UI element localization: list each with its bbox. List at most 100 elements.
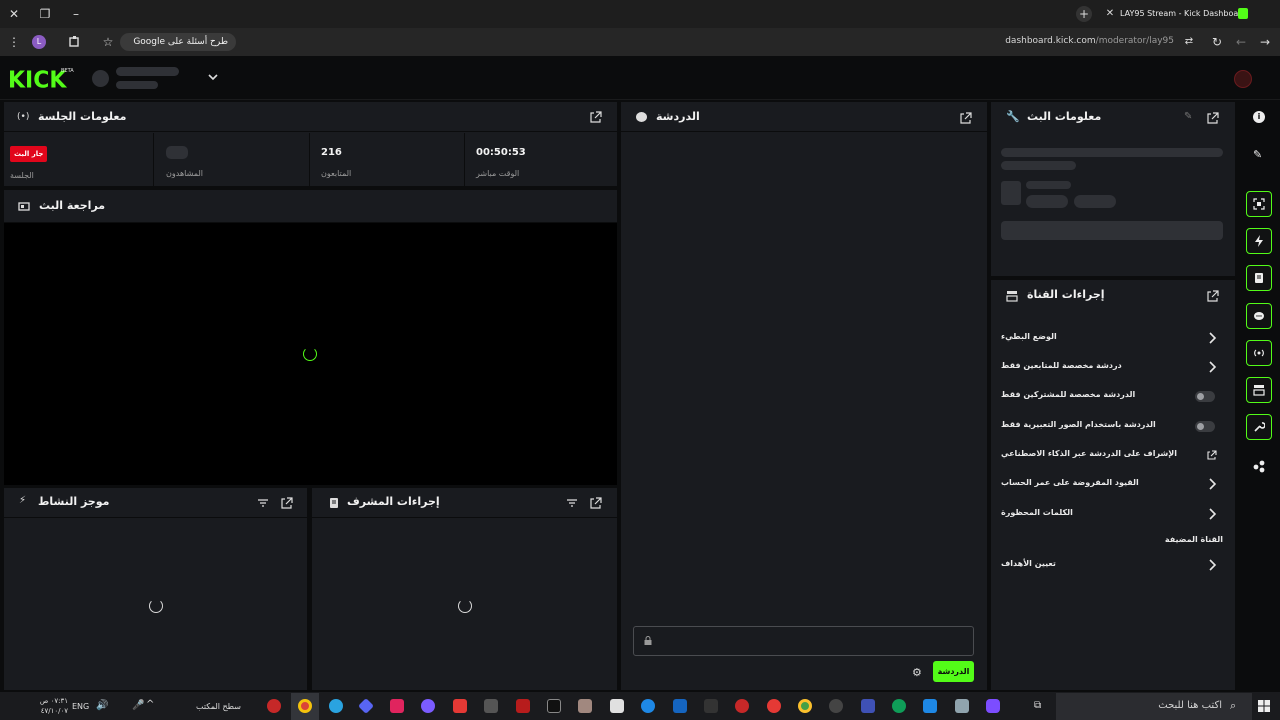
popout-icon[interactable]	[590, 111, 602, 123]
search-icon: ⌕	[1230, 699, 1237, 712]
action-set-goals[interactable]: تعيين الأهداف	[1001, 556, 1223, 576]
desktop-toolbar-label[interactable]: سطح المكتب	[196, 702, 241, 711]
popout-icon[interactable]	[960, 112, 972, 124]
chevron-right-icon	[1205, 507, 1219, 521]
app-icon-opera[interactable]	[767, 699, 781, 713]
viewers-skeleton	[166, 146, 188, 159]
edit-pencil-icon[interactable]: ✎	[1184, 111, 1192, 122]
subscribers-only-toggle[interactable]	[1195, 391, 1215, 402]
language-indicator[interactable]: ENG	[72, 702, 89, 711]
back-icon[interactable]: ←	[1233, 34, 1249, 50]
app-icon-chrome-2[interactable]	[798, 699, 812, 713]
rail-channel-actions-button[interactable]	[1246, 377, 1272, 403]
tab-close-icon[interactable]: ✕	[1102, 6, 1118, 22]
profile-avatar[interactable]: L	[32, 35, 46, 49]
chat-input[interactable]	[633, 626, 974, 656]
browser-tab[interactable]: ✕ LAY95 Stream - Kick Dashboard	[1100, 4, 1260, 24]
reload-icon[interactable]: ↻	[1209, 34, 1225, 50]
app-icon-capcut[interactable]	[484, 699, 498, 713]
app-icon-roblox[interactable]	[610, 699, 624, 713]
app-icon-minecraft[interactable]	[578, 699, 592, 713]
app-icon-valorant[interactable]	[735, 699, 749, 713]
app-icon-pocket[interactable]	[390, 699, 404, 713]
app-icon-discord[interactable]	[421, 699, 435, 713]
channel-avatar[interactable]	[92, 70, 109, 87]
app-icon-shield[interactable]	[673, 699, 687, 713]
bookmark-star-icon[interactable]: ☆	[100, 34, 116, 50]
popout-icon[interactable]	[1207, 112, 1219, 124]
app-icon-tiktok[interactable]	[547, 699, 561, 713]
app-icon-netflix[interactable]	[516, 699, 530, 713]
category-thumb-skeleton	[1001, 181, 1021, 205]
user-avatar[interactable]	[1234, 70, 1252, 88]
live-signal-icon: (•)	[17, 112, 30, 122]
action-followers-only[interactable]: دردشة مخصصة للمتابعين فقط	[1001, 358, 1223, 378]
filter-icon[interactable]	[566, 497, 578, 509]
rail-mod-actions-button[interactable]	[1246, 265, 1272, 291]
tray-chevron-up-icon[interactable]: ^	[146, 699, 154, 710]
popout-icon[interactable]	[590, 497, 602, 509]
rail-session-info-button[interactable]	[1246, 340, 1272, 366]
stream-preview-video[interactable]	[4, 223, 617, 485]
edit-pencil-icon[interactable]: ✎	[1253, 148, 1262, 161]
stream-info-title: معلومات البث	[1027, 110, 1102, 123]
action-skeleton	[1001, 221, 1223, 240]
window-minimize-icon[interactable]: –	[68, 6, 84, 22]
tag-skeleton	[1074, 195, 1116, 208]
wrench-icon	[1254, 422, 1265, 432]
info-icon[interactable]: i	[1253, 111, 1265, 123]
forward-icon[interactable]: →	[1257, 34, 1273, 50]
app-icon-epic[interactable]	[704, 699, 718, 713]
lock-icon	[644, 636, 652, 645]
new-tab-icon[interactable]: +	[1076, 6, 1092, 22]
apps-icon[interactable]	[1252, 459, 1266, 473]
kick-logo[interactable]: KICK	[8, 67, 66, 93]
stream-info-panel: معلومات البث 🔧 ✎	[991, 102, 1235, 276]
chat-header: الدردشة	[621, 102, 987, 132]
action-label: تعيين الأهداف	[1001, 559, 1056, 568]
chat-settings-gear-icon[interactable]: ⚙	[912, 666, 922, 679]
action-ai-moderation[interactable]: الإشراف على الدردشة عبر الذكاء الاصطناعي	[1001, 446, 1223, 466]
microphone-icon[interactable]: 🎤	[132, 700, 144, 711]
action-slow-mode[interactable]: الوضع البطيء	[1001, 329, 1223, 349]
site-settings-icon[interactable]: ⇄	[1181, 34, 1197, 50]
ask-google-chip[interactable]: طرح أسئلة على Google	[120, 33, 236, 51]
clock[interactable]: ٠٧:٣١ ص ٤٧/١٠/٠٧	[8, 696, 68, 718]
app-icon-mail[interactable]	[923, 699, 937, 713]
browser-menu-icon[interactable]: ⋮	[6, 34, 22, 50]
popout-icon[interactable]	[1207, 290, 1219, 302]
task-view-icon[interactable]: ⧉	[1034, 700, 1041, 711]
popout-icon[interactable]	[281, 497, 293, 509]
app-icon-edge-2[interactable]	[892, 699, 906, 713]
beta-badge: BETA	[61, 68, 74, 74]
rail-activity-button[interactable]	[1246, 228, 1272, 254]
url-text[interactable]: dashboard.kick.com/moderator/lay95	[1005, 36, 1174, 46]
window-close-icon[interactable]: ✕	[6, 6, 22, 22]
app-icon-folder[interactable]	[955, 699, 969, 713]
rail-stream-preview-button[interactable]	[1246, 191, 1272, 217]
channel-dropdown-chevron-down-icon[interactable]	[207, 72, 219, 82]
app-icon-store[interactable]	[861, 699, 875, 713]
app-icon-youtube[interactable]	[453, 699, 467, 713]
start-windows-icon[interactable]	[1258, 700, 1270, 712]
action-host-channel[interactable]: القناة المضيفة	[1001, 532, 1223, 552]
filter-icon[interactable]	[257, 497, 269, 509]
action-banned-words[interactable]: الكلمات المحظورة	[1001, 505, 1223, 525]
extensions-icon[interactable]	[68, 35, 81, 48]
action-account-age[interactable]: القيود المفروضة على عمر الحساب	[1001, 475, 1223, 495]
app-icon-overwatch[interactable]	[829, 699, 843, 713]
app-icon-telegram[interactable]	[329, 699, 343, 713]
app-icon-obs[interactable]	[267, 699, 281, 713]
action-subscribers-only[interactable]: الدردشة مخصصة للمشتركين فقط	[1001, 387, 1223, 407]
app-icon-copilot[interactable]	[986, 699, 1000, 713]
app-icon-chrome[interactable]	[298, 699, 312, 713]
rail-chat-button[interactable]	[1246, 303, 1272, 329]
chat-send-button[interactable]: الدردشة	[933, 661, 974, 682]
rail-stream-info-button[interactable]	[1246, 414, 1272, 440]
app-icon-edge[interactable]	[641, 699, 655, 713]
window-restore-icon[interactable]: ❐	[37, 6, 53, 22]
taskbar-search-input[interactable]: اكتب هنا للبحث	[1056, 693, 1252, 720]
emotes-only-toggle[interactable]	[1195, 421, 1215, 432]
action-emotes-only[interactable]: الدردشة باستخدام الصور التعبيرية فقط	[1001, 417, 1223, 437]
volume-icon[interactable]: 🔊	[96, 700, 108, 711]
